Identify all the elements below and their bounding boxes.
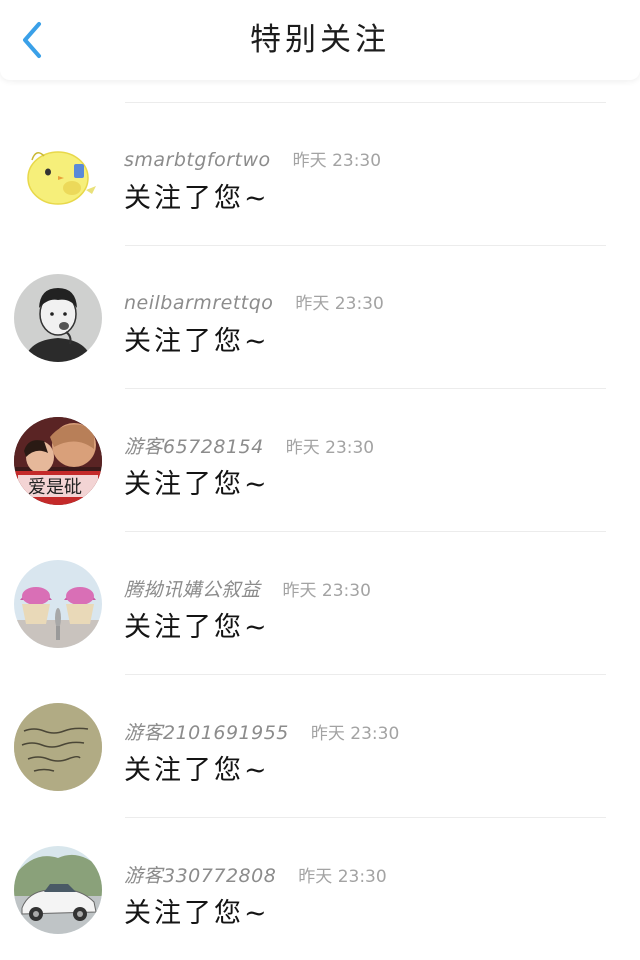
avatar[interactable]: 爱是砒	[14, 417, 102, 505]
meta-line: neilbarmrettqo 昨天 23:30	[124, 289, 384, 315]
username[interactable]: smarbtgfortwo	[124, 149, 271, 171]
header-bar: 特别关注	[0, 0, 640, 80]
message-text: 关注了您~	[124, 469, 270, 500]
meta-line: 游客330772808 昨天 23:30	[124, 861, 387, 887]
username[interactable]: 游客330772808	[124, 861, 276, 888]
meta-line: smarbtgfortwo 昨天 23:30	[124, 146, 381, 172]
avatar[interactable]	[14, 560, 102, 648]
timestamp: 昨天 23:30	[310, 724, 400, 744]
cupcakes-avatar	[14, 560, 102, 648]
username[interactable]: 腾拗讯媾公叙益	[124, 575, 261, 602]
cartoon-boy-avatar	[14, 274, 102, 362]
message-text: 关注了您~	[124, 612, 270, 643]
list-item[interactable]: 爱是砒 游客65728154 昨天 23:30 关注了您~	[0, 388, 640, 531]
message-text: 关注了您~	[124, 898, 270, 929]
timestamp: 昨天 23:30	[298, 867, 387, 887]
message-text: 关注了您~	[124, 183, 270, 214]
message-text: 关注了您~	[124, 755, 270, 786]
list-item[interactable]: smarbtgfortwo 昨天 23:30 关注了您~	[0, 102, 640, 245]
meta-line: 游客65728154 昨天 23:30	[124, 432, 374, 458]
username[interactable]: neilbarmrettqo	[124, 292, 273, 314]
avatar[interactable]	[14, 703, 102, 791]
list-item[interactable]: 腾拗讯媾公叙益 昨天 23:30 关注了您~	[0, 531, 640, 674]
avatar[interactable]	[14, 846, 102, 934]
username[interactable]: 游客65728154	[124, 432, 264, 459]
list-item[interactable]: 游客330772808 昨天 23:30 关注了您~	[0, 817, 640, 960]
username[interactable]: 游客2101691955	[124, 718, 289, 745]
yellow-bird-avatar	[14, 130, 102, 218]
timestamp: 昨天 23:30	[292, 151, 382, 171]
white-car-avatar	[14, 846, 102, 934]
meta-line: 游客2101691955 昨天 23:30	[124, 718, 399, 744]
couple-photo-avatar: 爱是砒	[14, 417, 102, 505]
meta-line: 腾拗讯媾公叙益 昨天 23:30	[124, 575, 371, 601]
message-text: 关注了您~	[124, 326, 270, 357]
page-title: 特别关注	[250, 22, 390, 58]
handwritten-note-avatar	[14, 703, 102, 791]
avatar-caption: 爱是砒	[28, 477, 82, 498]
avatar[interactable]	[14, 130, 102, 218]
list-item[interactable]: neilbarmrettqo 昨天 23:30 关注了您~	[0, 245, 640, 388]
timestamp: 昨天 23:30	[282, 581, 371, 601]
list-item[interactable]: 游客2101691955 昨天 23:30 关注了您~	[0, 674, 640, 817]
timestamp: 昨天 23:30	[295, 294, 384, 314]
avatar[interactable]	[14, 274, 102, 362]
timestamp: 昨天 23:30	[285, 438, 375, 458]
